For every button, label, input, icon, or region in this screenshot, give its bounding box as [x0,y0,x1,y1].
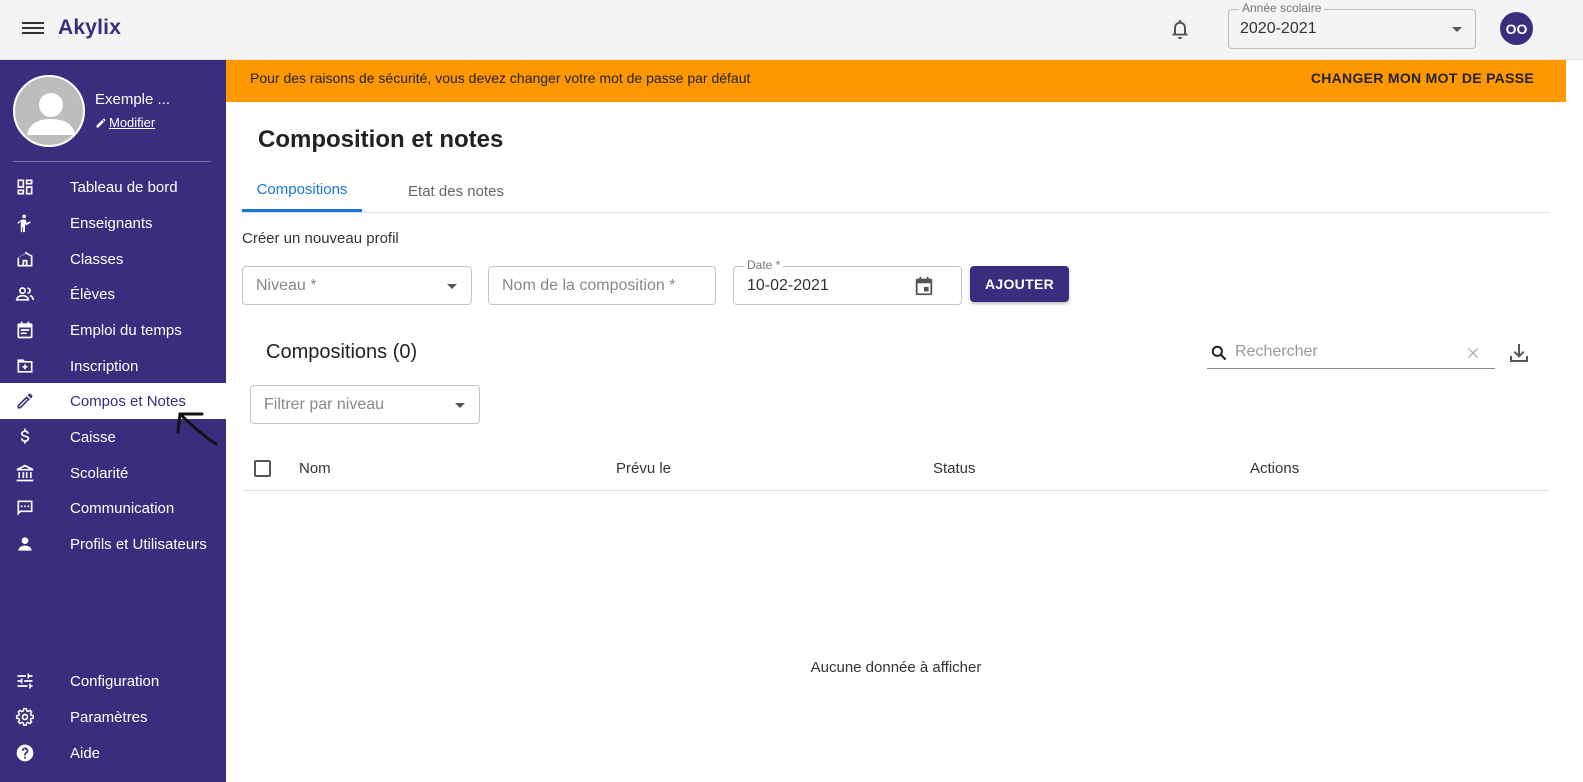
date-value: 10-02-2021 [747,277,829,294]
sidebar-item-label: Paramètres [70,708,148,726]
folder-add-icon [17,359,33,373]
pencil-icon [96,118,106,127]
tab-bar: Compositions Etat des notes [242,170,1550,213]
sidebar-item-label: Élèves [70,285,116,303]
date-field[interactable]: Date * 10-02-2021 [733,258,962,305]
filter-niveau-placeholder: Filtrer par niveau [264,396,385,413]
dollar-icon [20,428,30,444]
select-all-checkbox[interactable] [254,460,271,477]
composition-name-input[interactable]: Nom de la composition * [488,266,716,305]
clear-icon[interactable] [1465,345,1481,361]
help-icon [16,744,34,762]
hand-drawn-arrow-icon [176,412,218,446]
sidebar-item-parametres[interactable]: Paramètres [0,699,226,735]
date-label: Date * [744,258,784,272]
building-icon [17,251,33,267]
school-year-label: Année scolaire [1239,1,1325,15]
column-header-prevu-le[interactable]: Prévu le [616,460,671,477]
composition-name-placeholder: Nom de la composition * [502,277,676,294]
sidebar-item-label: Inscription [70,357,139,375]
sidebar-item-label: Tableau de bord [70,178,178,196]
calendar-icon [17,321,33,339]
profile-edit-link[interactable]: Modifier [95,115,155,130]
tab-etat-des-notes[interactable]: Etat des notes [396,170,516,212]
sidebar-item-label: Communication [70,499,175,517]
alert-text: Pour des raisons de sécurité, vous devez… [250,70,751,86]
sidebar-item-eleves[interactable]: Élèves [0,276,226,312]
sidebar-item-classes[interactable]: Classes [0,241,226,277]
sidebar-item-label: Classes [70,250,124,268]
download-icon[interactable] [1507,341,1531,365]
gear-icon [15,707,34,726]
password-alert-banner: Pour des raisons de sécurité, vous devez… [226,60,1566,102]
pencil-icon [17,393,33,409]
sidebar-item-label: Scolarité [70,464,129,482]
sidebar-item-label: Caisse [70,428,116,446]
teacher-icon [17,214,31,233]
school-year-select[interactable]: Année scolaire 2020-2021 [1228,1,1476,49]
sidebar-item-scolarite[interactable]: Scolarité [0,455,226,491]
sidebar-item-aide[interactable]: Aide [0,735,226,771]
column-header-nom[interactable]: Nom [299,460,331,477]
empty-table-message: Aucune donnée à afficher [810,659,982,676]
school-year-value: 2020-2021 [1240,20,1317,37]
person-icon [18,537,32,551]
profile-edit-label: Modifier [109,115,156,130]
search-icon [1211,345,1227,361]
profile-avatar [13,75,85,147]
hamburger-menu-icon[interactable] [22,19,44,39]
top-app-bar: Akylix Année scolaire 2020-2021 OO [0,0,1583,60]
sidebar-item-inscription[interactable]: Inscription [0,348,226,384]
sidebar-item-label: Emploi du temps [70,321,182,339]
sidebar-divider [13,161,210,162]
chevron-down-icon [1452,27,1462,32]
search-box [1207,337,1495,369]
change-password-button[interactable]: CHANGER MON MOT DE PASSE [1311,70,1534,86]
dashboard-icon [17,179,33,195]
sidebar-item-enseignants[interactable]: Enseignants [0,205,226,241]
bell-icon[interactable] [1168,17,1192,41]
chevron-down-icon [455,403,465,408]
sidebar-item-emploi-du-temps[interactable]: Emploi du temps [0,312,226,348]
sidebar-item-configuration[interactable]: Configuration [0,663,226,699]
create-section-label: Créer un nouveau profil [242,230,399,247]
app-brand: Akylix [58,16,122,39]
search-input[interactable] [1235,341,1455,363]
user-avatar[interactable]: OO [1500,12,1533,45]
person-placeholder-icon [27,93,75,135]
sidebar-item-profils-et-utilisateurs[interactable]: Profils et Utilisateurs [0,526,226,562]
sidebar-item-label: Compos et Notes [70,392,186,410]
niveau-placeholder: Niveau * [256,277,317,294]
column-header-actions: Actions [1250,460,1300,477]
calendar-icon[interactable] [913,275,935,297]
compositions-count-title: Compositions (0) [266,341,418,363]
sidebar-item-label: Profils et Utilisateurs [70,535,207,553]
niveau-select[interactable]: Niveau * [242,266,472,305]
column-header-status[interactable]: Status [933,460,976,477]
tab-compositions[interactable]: Compositions [242,170,362,212]
filter-niveau-select[interactable]: Filtrer par niveau [250,385,480,424]
table-header-divider [242,490,1550,491]
profile-name: Exemple ... [95,91,171,108]
sidebar-item-tableau-de-bord[interactable]: Tableau de bord [0,169,226,205]
chat-icon [17,500,33,516]
bank-icon [16,464,34,482]
sidebar-item-label: Enseignants [70,214,153,232]
sidebar-item-communication[interactable]: Communication [0,490,226,526]
sidebar-item-label: Configuration [70,672,160,690]
sidebar-item-label: Aide [70,744,101,762]
students-icon [15,287,35,301]
add-button[interactable]: AJOUTER [970,266,1069,302]
chevron-down-icon [447,284,457,289]
sliders-icon [17,673,33,689]
page-title: Composition et notes [258,126,504,153]
